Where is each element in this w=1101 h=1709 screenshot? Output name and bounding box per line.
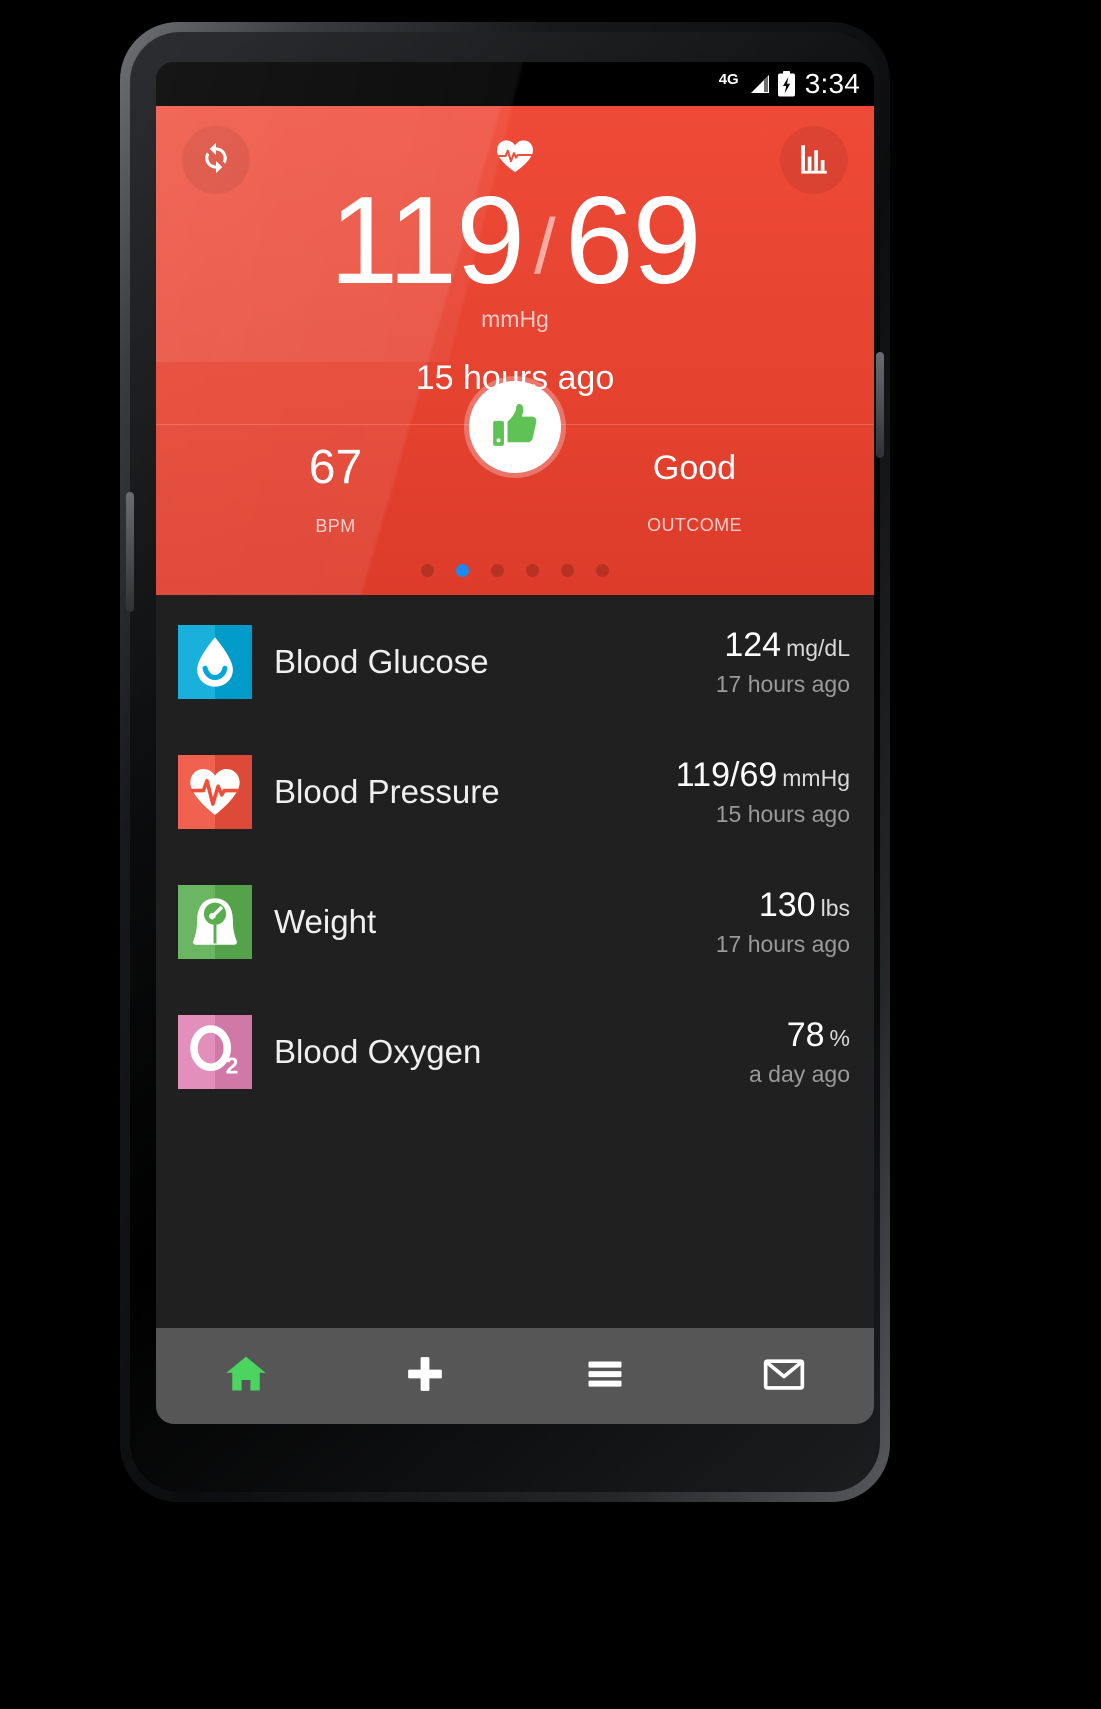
home-icon [222,1352,270,1401]
list-item-time: 17 hours ago [715,930,850,957]
signal-bars-icon [746,73,770,95]
list-item-unit: mmHg [782,765,850,792]
pager-dot-1[interactable] [421,564,434,578]
statistics-button[interactable] [780,126,848,194]
hero-top-section: 119/69 mmHg 15 hours ago [156,106,874,424]
power-button[interactable] [876,352,884,458]
network-type-label: 4G [718,70,739,88]
hamburger-menu-icon [581,1352,629,1401]
list-item-unit: mg/dL [786,635,850,662]
nav-item-menu[interactable] [515,1352,695,1401]
systolic-value: 119 [329,172,525,310]
bp-separator: / [534,202,556,290]
blood-pressure-reading: 119/69 [156,178,874,304]
list-item-title: Weight [274,903,377,941]
list-item-time: 15 hours ago [715,800,850,827]
list-item-values: 119/69 mmHg 15 hours ago [676,757,852,827]
pager-dot-5[interactable] [561,564,574,578]
list-item-time: 17 hours ago [715,670,850,697]
nav-item-add[interactable] [336,1352,516,1401]
list-item-value-line: 124 mg/dL [716,627,850,664]
list-item-values: 124 mg/dL 17 hours ago [716,627,852,697]
refresh-button[interactable] [182,126,250,194]
outcome-badge [469,381,561,474]
phone-body: 4G 3:34 119 /69 mmHg 15 hours ago 67 BPM… [126,32,884,1492]
list-item-value-line: 78% [749,1017,850,1054]
list-item-value-line: 119/69 mmHg [676,757,850,794]
list-item-title: Blood Pressure [274,773,500,811]
pulse-label: BPM [315,515,356,536]
envelope-icon [760,1352,808,1401]
list-item-value: 78 [786,1016,825,1055]
list-item[interactable]: 2 Blood Oxygen 78% a day ago [156,987,874,1117]
list-item-title: Blood Glucose [274,643,489,681]
bottom-navigation-bar [156,1328,874,1424]
blood-pressure-hero-card: 119/69 mmHg 15 hours ago 67 BPM Good OUT… [156,106,874,596]
list-item-value: 130 [758,886,816,925]
list-item-time: a day ago [748,1060,850,1087]
list-item[interactable]: Blood Glucose 124 mg/dL 17 hours ago [156,597,874,727]
water-drop-smiley-icon [178,625,252,700]
list-item-values: 130 lbs 17 hours ago [716,887,852,957]
diastolic-value: 69 [564,172,702,310]
pager-dot-3[interactable] [491,564,504,578]
list-item-value: 119/69 [675,756,778,795]
pager-dot-6[interactable] [596,564,609,578]
plus-icon [401,1352,449,1401]
measurements-list: Blood Glucose 124 mg/dL 17 hours ago Blo… [156,595,874,1328]
battery-charging-icon [777,71,796,97]
nav-item-home[interactable] [156,1352,336,1401]
refresh-icon [199,141,233,180]
list-item-title: Blood Oxygen [274,1033,482,1071]
outcome-value: Good [652,449,737,488]
pulse-value: 67 [308,441,363,495]
status-bar-clock: 3:34 [804,68,860,99]
list-item-unit: % [829,1025,850,1052]
hero-summary-row: 67 BPM Good OUTCOME [156,381,874,595]
svg-text:2: 2 [226,1053,239,1079]
heart-ecg-icon [178,755,252,830]
outcome-stat: Good OUTCOME [515,443,874,536]
o2-icon: 2 [178,1015,252,1090]
status-bar: 4G 3:34 [156,62,874,106]
phone-screen: 4G 3:34 119 /69 mmHg 15 hours ago 67 BPM… [156,62,874,1424]
blood-pressure-unit: mmHg [481,306,549,333]
weight-scale-icon [178,885,252,960]
nav-item-messages[interactable] [695,1352,875,1401]
volume-button[interactable] [126,492,134,612]
bar-chart-icon [797,141,831,180]
list-item[interactable]: Weight 130 lbs 17 hours ago [156,857,874,987]
list-item-value-line: 130 lbs [716,887,850,924]
phone-device: 4G 3:34 119 /69 mmHg 15 hours ago 67 BPM… [120,22,890,1502]
list-item[interactable]: Blood Pressure 119/69 mmHg 15 hours ago [156,727,874,857]
list-item-value: 124 [724,626,782,665]
carousel-pager[interactable] [421,564,609,578]
pager-dot-4[interactable] [526,564,539,578]
pulse-stat: 67 BPM [156,443,515,536]
list-item-unit: lbs [820,895,850,922]
thumbs-up-icon [490,400,540,455]
heartbeat-icon [156,138,874,174]
list-item-values: 78% a day ago [749,1017,852,1087]
outcome-label: OUTCOME [647,515,742,536]
pager-dot-2[interactable] [456,564,469,578]
app-screen: 4G 3:34 119 /69 mmHg 15 hours ago 67 BPM… [156,62,874,1424]
